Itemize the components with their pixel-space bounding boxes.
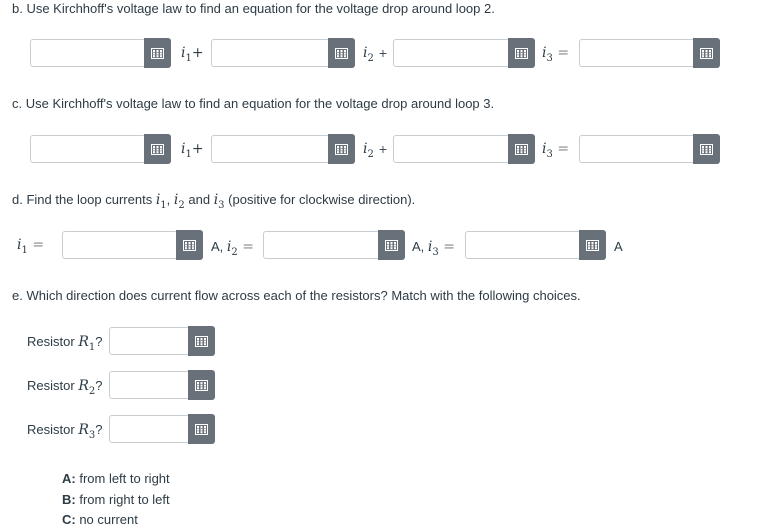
keypad-icon [515,143,528,155]
choice-c: C: no current [62,512,138,527]
resistor-r1-input[interactable] [109,327,190,355]
resistor-r2-keypad-button[interactable] [188,370,215,400]
loop2-coef2-input[interactable] [211,39,330,67]
keypad-icon [586,239,599,251]
keypad-icon [335,47,348,59]
loop2-term1-label: i1+ [181,45,204,64]
loop2-term2-label: i2 + [363,45,388,64]
choice-a: A: from left to right [62,471,170,486]
keypad-icon [335,143,348,155]
resistor-r2-label: Resistor R2? [27,378,103,397]
loop3-term3-label: i3 = [542,141,570,160]
question-d: d. Find the loop currents i1, i2 and i3 … [12,192,416,211]
loop2-coef3-keypad-button[interactable] [508,38,535,68]
question-b: b. Use Kirchhoff's voltage law to find a… [12,1,495,16]
resistor-r2-input[interactable] [109,371,190,399]
i2-keypad-button[interactable] [378,230,405,260]
i3-input[interactable] [465,231,581,259]
resistor-r1-label: Resistor R1? [27,334,103,353]
question-e: e. Which direction does current flow acr… [12,288,581,303]
choice-b: B: from right to left [62,492,170,507]
keypad-icon [700,47,713,59]
i2-input[interactable] [263,231,380,259]
keypad-icon [515,47,528,59]
loop3-rhs-keypad-button[interactable] [693,134,720,164]
keypad-icon [700,143,713,155]
keypad-icon [385,239,398,251]
i1-keypad-button[interactable] [176,230,203,260]
loop2-coef1-keypad-button[interactable] [144,38,171,68]
resistor-r3-label: Resistor R3? [27,422,103,441]
i1-label: i1 = [17,237,45,256]
question-c: c. Use Kirchhoff's voltage law to find a… [12,96,495,111]
loop3-coef1-input[interactable] [30,135,146,163]
i1-input[interactable] [62,231,178,259]
keypad-icon [195,335,208,347]
keypad-icon [151,47,164,59]
loop3-coef2-input[interactable] [211,135,330,163]
i3-label: A, i3 = [412,239,455,258]
resistor-r3-keypad-button[interactable] [188,414,215,444]
keypad-icon [195,423,208,435]
loop2-rhs-keypad-button[interactable] [693,38,720,68]
loop3-coef3-input[interactable] [393,135,510,163]
loop3-term2-label: i2 + [363,141,388,160]
i3-keypad-button[interactable] [579,230,606,260]
loop2-coef1-input[interactable] [30,39,146,67]
keypad-icon [151,143,164,155]
keypad-icon [183,239,196,251]
resistor-r1-keypad-button[interactable] [188,326,215,356]
loop3-coef3-keypad-button[interactable] [508,134,535,164]
loop3-term1-label: i1+ [181,141,204,160]
loop2-coef3-input[interactable] [393,39,510,67]
loop3-coef1-keypad-button[interactable] [144,134,171,164]
loop2-rhs-input[interactable] [579,39,695,67]
keypad-icon [195,379,208,391]
loop2-coef2-keypad-button[interactable] [328,38,355,68]
i2-label: A, i2 = [211,239,254,258]
loop3-rhs-input[interactable] [579,135,695,163]
loop3-coef2-keypad-button[interactable] [328,134,355,164]
i3-unit-label: A [614,239,623,254]
loop2-term3-label: i3 = [542,45,570,64]
resistor-r3-input[interactable] [109,415,190,443]
